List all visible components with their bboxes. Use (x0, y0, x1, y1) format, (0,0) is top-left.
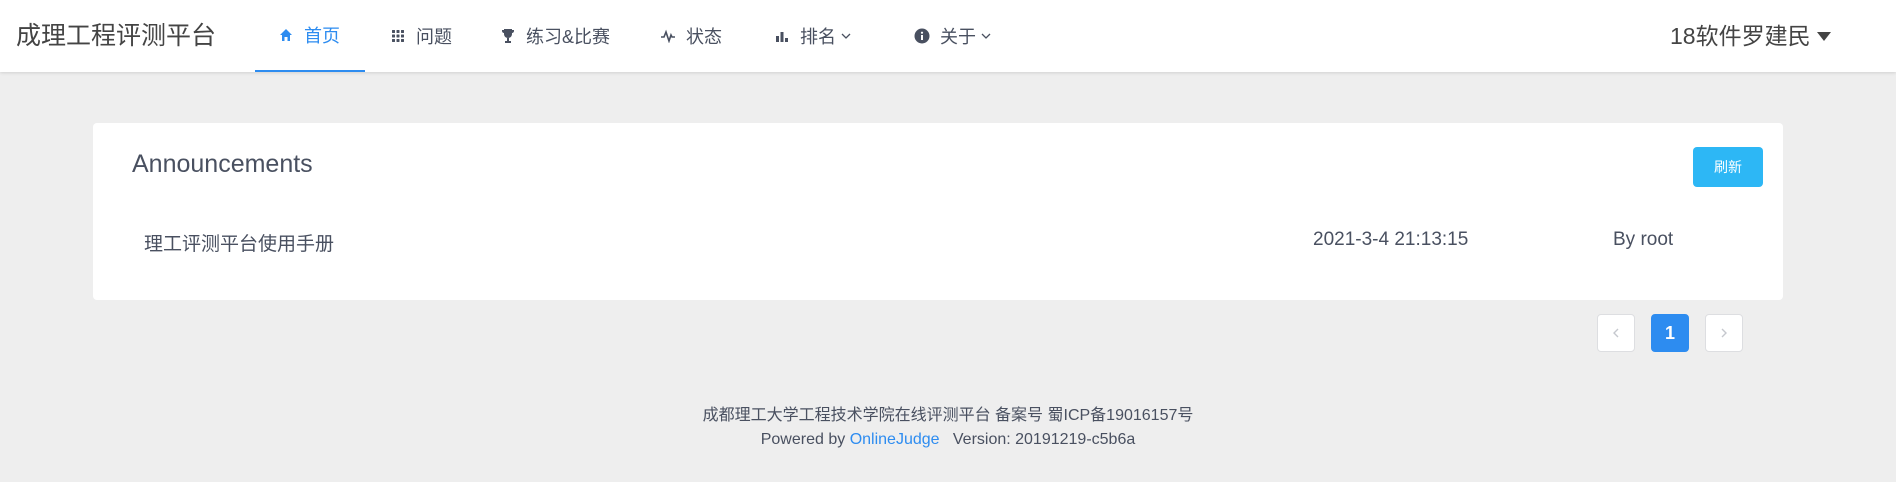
nav-item-label: 首页 (304, 26, 340, 46)
trophy-icon (500, 28, 516, 44)
announcement-author: By root (1613, 229, 1674, 250)
onlinejudge-link[interactable]: OnlineJudge (850, 431, 940, 448)
chevron-left-icon (1613, 328, 1619, 338)
info-icon (914, 28, 930, 44)
nav-item-label: 排名 (800, 27, 836, 47)
footer-icp-line: 成都理工大学工程技术学院在线评测平台 备案号 蜀ICP备19016157号 (702, 407, 1194, 424)
top-navbar: 成理工程评测平台 首页 问题 练习&比赛 状态 排名 关于 18软件罗建民 (0, 0, 1896, 72)
home-icon (278, 27, 294, 43)
nav-item-label: 练习&比赛 (526, 27, 611, 47)
announcement-item: 理工评测平台使用手册 2021-3-4 21:13:15 By root (93, 229, 1783, 259)
page-button-current[interactable]: 1 (1651, 314, 1689, 352)
footer: 成都理工大学工程技术学院在线评测平台 备案号 蜀ICP备19016157号 Po… (0, 404, 1896, 452)
announcements-panel: Announcements 刷新 理工评测平台使用手册 2021-3-4 21:… (93, 123, 1783, 300)
chevron-right-icon (1721, 328, 1727, 338)
nav-item-contests[interactable]: 练习&比赛 (500, 0, 610, 72)
chevron-down-icon (980, 30, 992, 42)
nav-item-status[interactable]: 状态 (660, 0, 722, 72)
nav-item-label: 状态 (686, 27, 722, 47)
nav-item-problems[interactable]: 问题 (390, 0, 452, 72)
prev-page-button[interactable] (1597, 314, 1635, 352)
chevron-down-icon (840, 30, 852, 42)
site-logo[interactable]: 成理工程评测平台 (16, 0, 216, 72)
nav-item-label: 问题 (416, 27, 452, 47)
panel-title: Announcements (132, 150, 313, 178)
nav-item-about[interactable]: 关于 (914, 0, 992, 72)
next-page-button[interactable] (1705, 314, 1743, 352)
bar-chart-icon (774, 28, 790, 44)
announcement-date: 2021-3-4 21:13:15 (1313, 229, 1469, 250)
grid-icon (390, 28, 406, 44)
nav-item-label: 关于 (940, 27, 976, 47)
powered-by-label: Powered by (760, 431, 846, 448)
announcement-title[interactable]: 理工评测平台使用手册 (144, 229, 334, 256)
version-label: Version: 20191219-c5b6a (952, 431, 1136, 448)
pulse-icon (660, 28, 676, 44)
user-menu[interactable]: 18软件罗建民 (1670, 0, 1831, 72)
nav-item-rank[interactable]: 排名 (774, 0, 852, 72)
footer-powered-line: Powered by OnlineJudge Version: 20191219… (0, 428, 1896, 452)
caret-down-icon (1816, 31, 1831, 41)
user-name: 18软件罗建民 (1670, 23, 1811, 49)
refresh-button[interactable]: 刷新 (1693, 147, 1763, 187)
nav-item-home[interactable]: 首页 (255, 0, 365, 72)
